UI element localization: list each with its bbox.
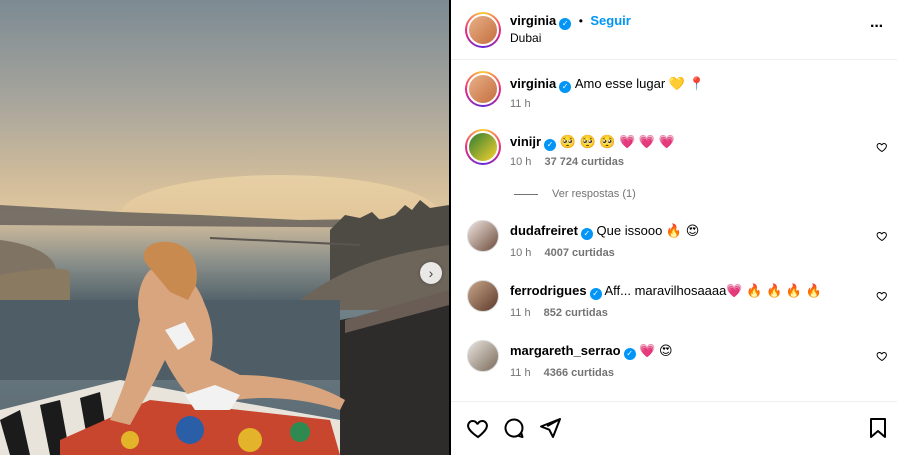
comment-meta: 11 h 4366 curtidas	[510, 367, 614, 379]
comment-username[interactable]: margareth_serrao	[510, 343, 621, 358]
heart-icon[interactable]	[876, 290, 888, 302]
comment-line: vinijr ✓ 🥺 🥺 🥺 💗 💗 💗	[510, 134, 675, 151]
comment-text: 🥺 🥺 🥺 💗 💗 💗	[559, 134, 675, 149]
post-actions	[451, 401, 897, 455]
heart-icon[interactable]	[876, 350, 888, 362]
comment-avatar[interactable]	[465, 129, 501, 165]
verified-icon: ✓	[623, 348, 636, 360]
heart-icon[interactable]	[466, 416, 490, 440]
comment-line: margareth_serrao ✓ 💗 😍	[510, 343, 673, 360]
comment-meta: 10 h 4007 curtidas	[510, 247, 615, 259]
comment-time: 10 h	[510, 247, 532, 259]
comment-avatar[interactable]	[467, 340, 499, 372]
comment-username[interactable]: dudafreiret	[510, 223, 578, 238]
post-location[interactable]: Dubai	[510, 31, 541, 45]
comment-text: 💗 😍	[639, 343, 673, 358]
author-username[interactable]: virginia	[510, 13, 556, 28]
comment-likes[interactable]: 4366 curtidas	[544, 367, 614, 379]
bookmark-icon[interactable]	[866, 416, 890, 440]
comments-list: virginia ✓ Amo esse lugar 💛 📍 11 h vinijr…	[451, 61, 897, 401]
author-line: virginia ✓ • Seguir	[510, 12, 631, 30]
verified-icon: ✓	[559, 81, 572, 93]
comment-time: 10 h	[510, 156, 532, 168]
caption-line: virginia ✓ Amo esse lugar 💛 📍	[510, 76, 705, 93]
comment-line: dudafreiret ✓ Que issooo 🔥 😍	[510, 223, 699, 240]
view-replies-button[interactable]: Ver respostas (1)	[514, 188, 636, 200]
comment-icon[interactable]	[502, 416, 526, 440]
follow-button[interactable]: Seguir	[590, 13, 630, 28]
share-icon[interactable]	[538, 416, 562, 440]
post-details-panel: virginia ✓ • Seguir Dubai ··· virginia ✓ A…	[451, 0, 897, 455]
post-photo[interactable]: ›	[0, 0, 449, 455]
comment-time: 11 h	[510, 307, 531, 319]
comment-likes[interactable]: 852 curtidas	[544, 307, 608, 319]
photo-scene	[0, 175, 449, 455]
comment-item: dudafreiret ✓ Que issooo 🔥 😍 10 h 4007 cu…	[451, 218, 897, 268]
more-icon[interactable]: ···	[870, 18, 884, 36]
comment-meta: 10 h 37 724 curtidas	[510, 156, 624, 168]
verified-icon: ✓	[589, 288, 602, 300]
caption-avatar[interactable]	[465, 71, 501, 107]
verified-icon: ✓	[559, 18, 572, 30]
next-photo-button[interactable]: ›	[420, 262, 442, 284]
caption: virginia ✓ Amo esse lugar 💛 📍 11 h	[451, 71, 897, 121]
post-header: virginia ✓ • Seguir Dubai ···	[451, 0, 897, 60]
caption-time: 11 h	[510, 98, 531, 110]
separator-dot: •	[578, 14, 583, 28]
author-avatar[interactable]	[465, 12, 501, 48]
caption-username[interactable]: virginia	[510, 76, 556, 91]
comment-item: margareth_serrao ✓ 💗 😍 11 h 4366 curtidas	[451, 338, 897, 388]
comment-text: Aff... maravilhosaaaa💗 🔥 🔥 🔥 🔥	[604, 283, 822, 298]
comment-meta: 11 h 852 curtidas	[510, 307, 608, 319]
caption-text: Amo esse lugar 💛 📍	[574, 76, 705, 91]
comment-likes[interactable]: 4007 curtidas	[544, 247, 614, 259]
heart-icon[interactable]	[876, 230, 888, 242]
comment-time: 11 h	[510, 367, 531, 379]
heart-icon[interactable]	[876, 141, 888, 153]
comment-likes[interactable]: 37 724 curtidas	[544, 156, 624, 168]
comment-username[interactable]: ferrodrigues	[510, 283, 587, 298]
view-replies-label: Ver respostas (1)	[552, 188, 636, 200]
comment-username[interactable]: vinijr	[510, 134, 541, 149]
comment-line: ferrodrigues ✓ Aff... maravilhosaaaa💗 🔥 🔥…	[510, 283, 822, 300]
comment-item: vinijr ✓ 🥺 🥺 🥺 💗 💗 💗 10 h 37 724 curtidas	[451, 129, 897, 179]
comment-avatar[interactable]	[467, 220, 499, 252]
comment-item: ferrodrigues ✓ Aff... maravilhosaaaa💗 🔥 🔥…	[451, 278, 897, 328]
chevron-right-icon: ›	[428, 265, 434, 281]
comment-text: Que issooo 🔥 😍	[596, 223, 700, 238]
verified-icon: ✓	[580, 228, 593, 240]
comment-avatar[interactable]	[467, 280, 499, 312]
verified-icon: ✓	[544, 139, 557, 151]
